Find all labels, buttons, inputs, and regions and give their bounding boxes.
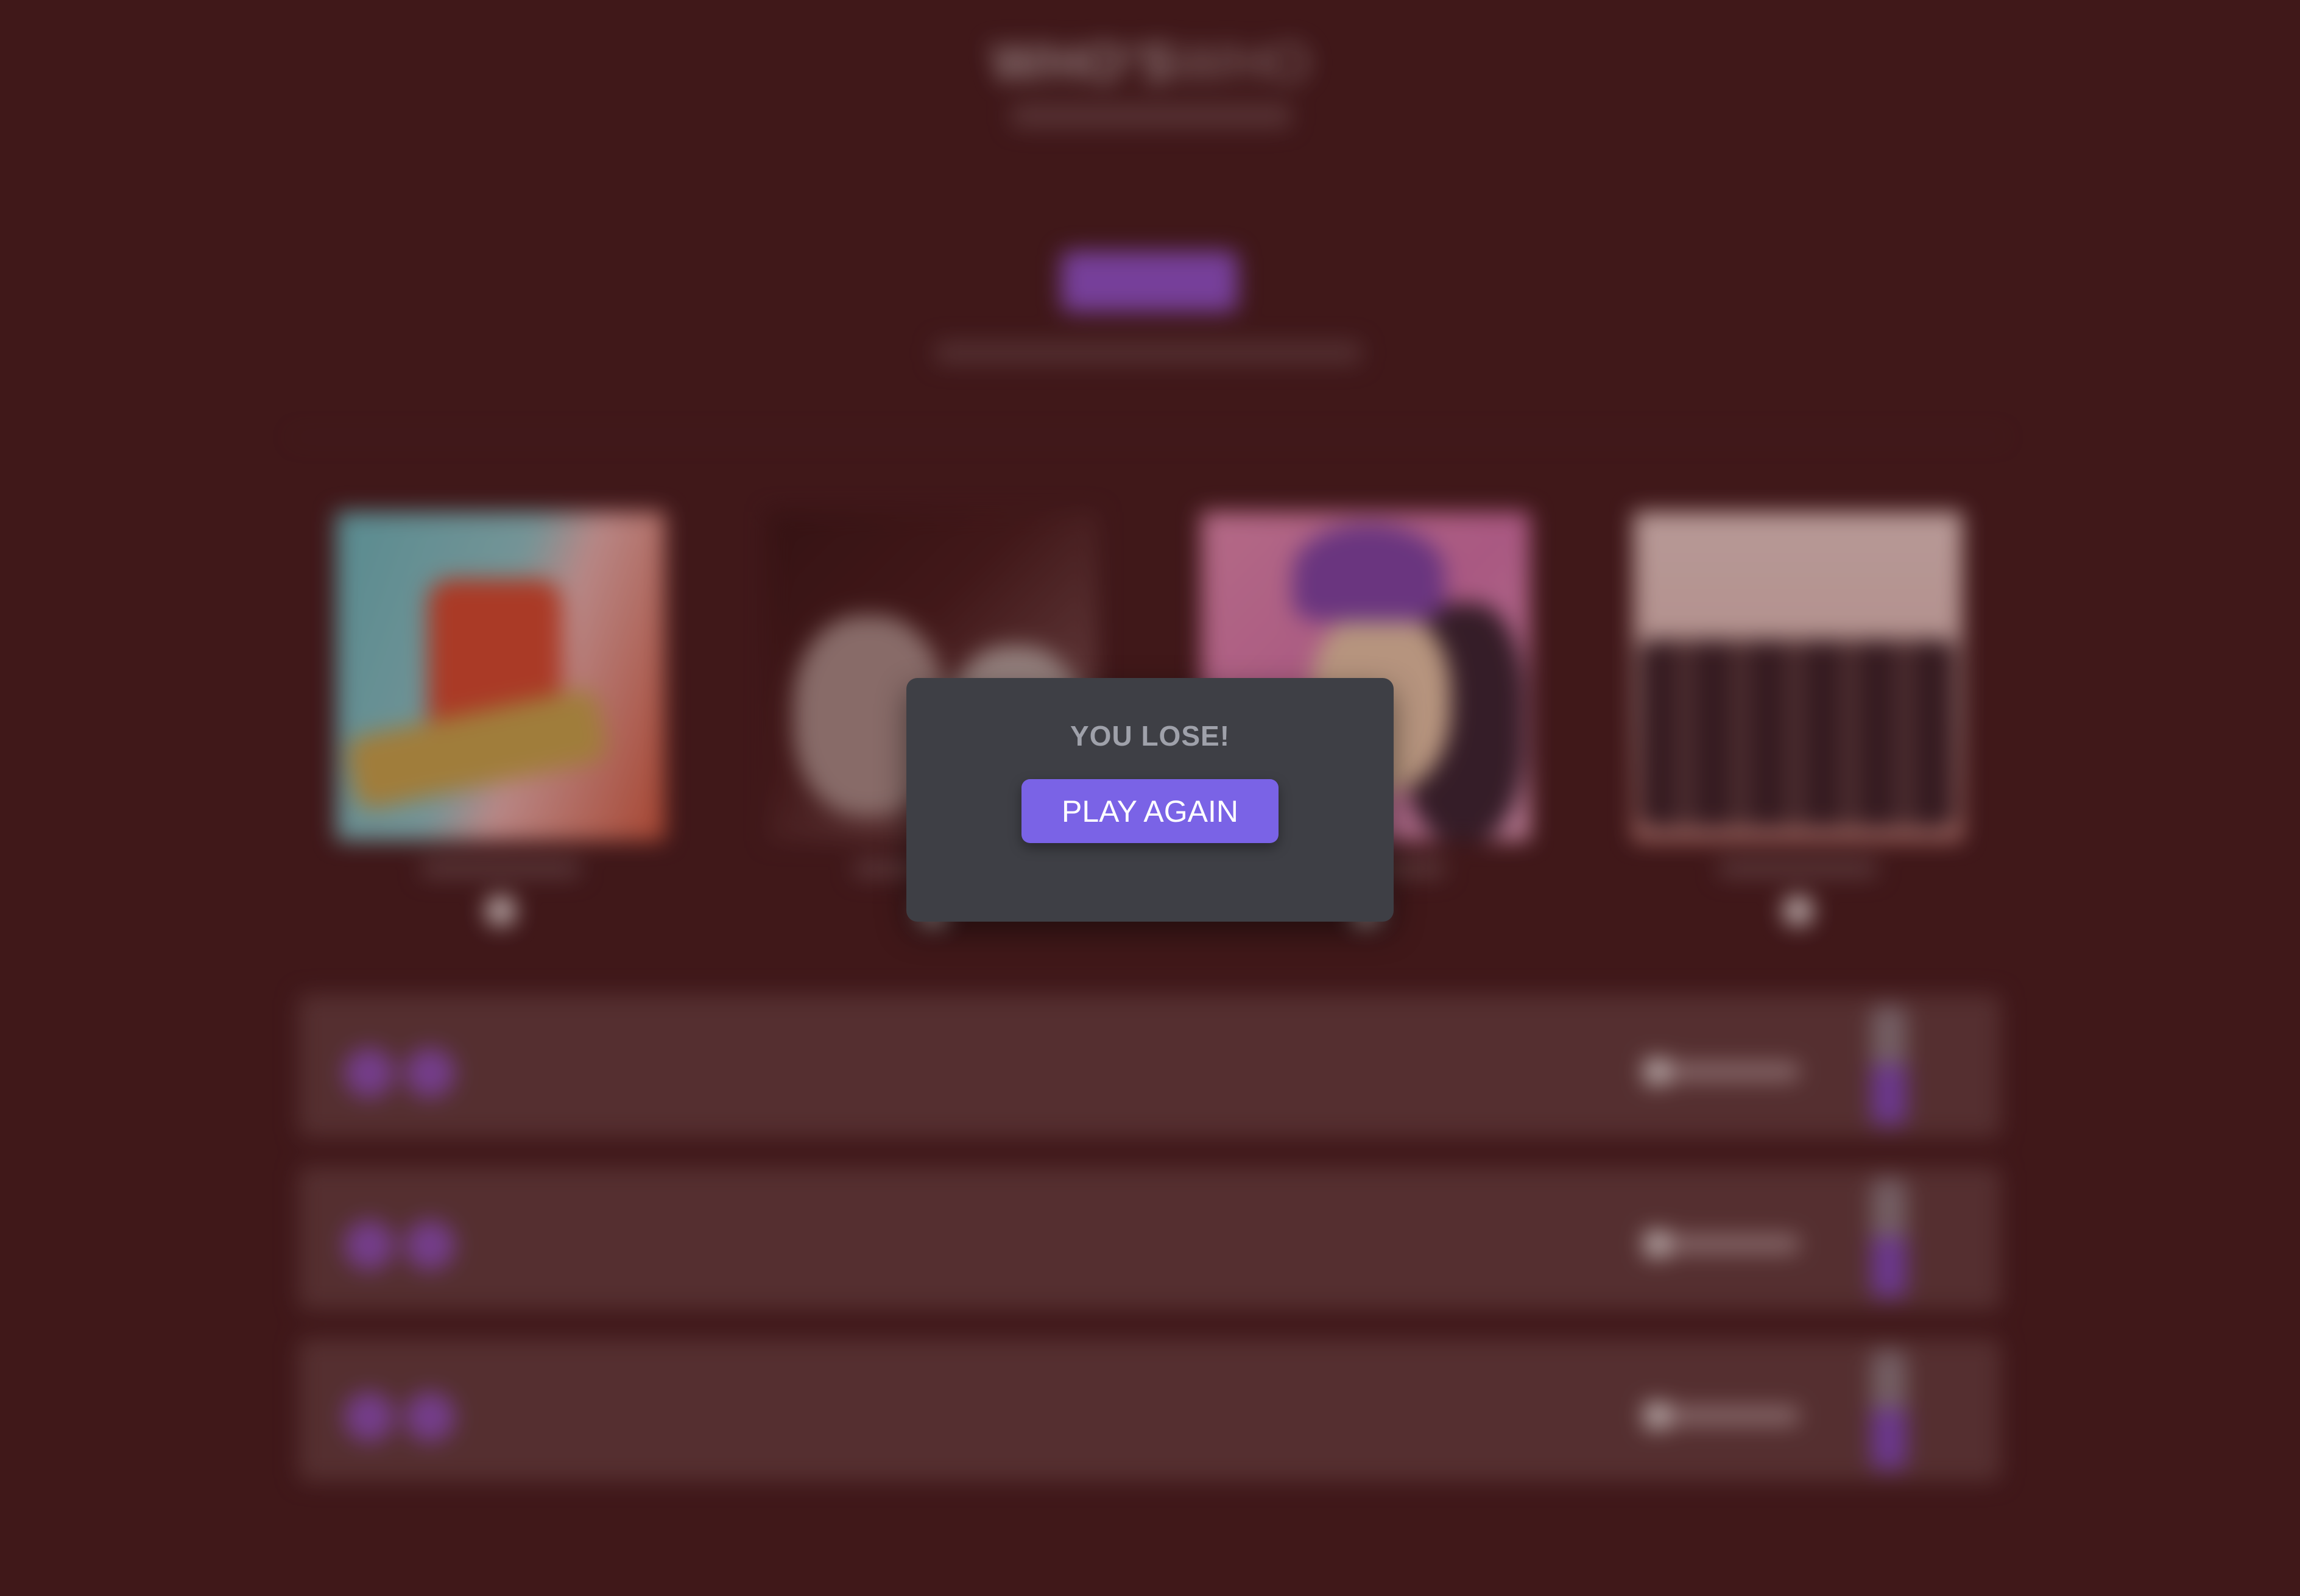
- dialog-title: YOU LOSE!: [1070, 720, 1230, 752]
- game-screen: WHO'SWHO YOU LOSE! PLAY AGAIN: [0, 0, 2300, 1596]
- play-again-button[interactable]: PLAY AGAIN: [1021, 779, 1279, 843]
- game-over-dialog: YOU LOSE! PLAY AGAIN: [906, 678, 1394, 922]
